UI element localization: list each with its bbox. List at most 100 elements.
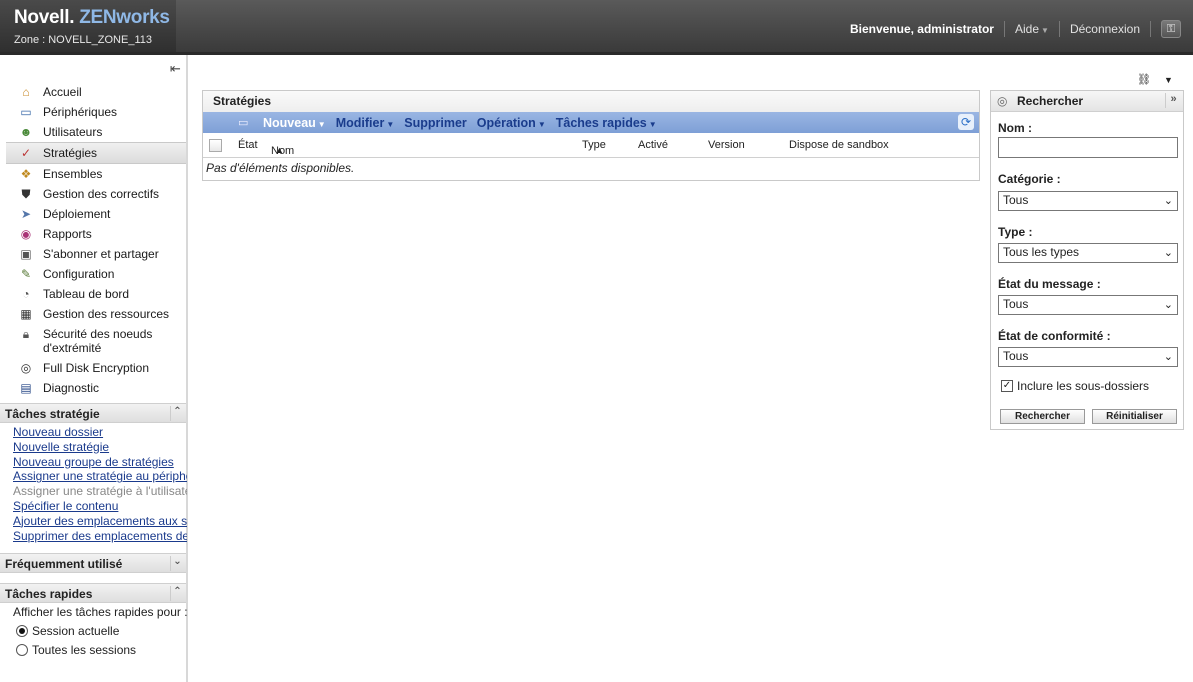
nav-item-assets[interactable]: ▦ Gestion des ressources xyxy=(0,304,186,324)
nav-item-endpoint-security[interactable]: 🔒︎ Sécurité des noeuds d'extrémité xyxy=(0,324,186,358)
sort-ascending-icon: ▲ xyxy=(275,145,284,155)
compliance-label: État de conformité : xyxy=(998,329,1111,343)
message-state-select[interactable]: Tous ⌄ xyxy=(998,295,1178,315)
nav-item-configuration[interactable]: ✎ Configuration xyxy=(0,264,186,284)
task-remove-locations[interactable]: Supprimer des emplacements des stratégie… xyxy=(13,529,187,544)
search-button[interactable]: Rechercher xyxy=(1000,409,1085,424)
diagnostic-icon: ▤ xyxy=(20,381,32,395)
header-separator xyxy=(1003,21,1005,37)
category-select[interactable]: Tous ⌄ xyxy=(998,191,1178,211)
col-version[interactable]: Version xyxy=(708,139,745,151)
col-type[interactable]: Type xyxy=(582,139,606,151)
select-all-checkbox[interactable] xyxy=(209,139,222,152)
quick-label: Tâches rapides xyxy=(555,115,647,130)
include-subfolders[interactable]: ✓ Inclure les sous-dossiers xyxy=(1001,379,1149,393)
section-title: Fréquemment utilisé xyxy=(5,557,123,571)
search-title: Rechercher xyxy=(1017,94,1084,108)
chevron-down-icon[interactable]: ▼ xyxy=(1164,75,1173,85)
new-menu-button[interactable]: Nouveau ▼ xyxy=(263,116,326,130)
brand-logo: Novell. ZENworks xyxy=(14,7,170,29)
collapse-up-icon[interactable]: ⌃ xyxy=(170,406,184,421)
name-label: Nom : xyxy=(998,121,1032,135)
nav-item-diagnostic[interactable]: ▤ Diagnostic xyxy=(0,378,186,398)
message-state-label: État du message : xyxy=(998,277,1101,291)
nav-item-bundles[interactable]: ❖ Ensembles xyxy=(0,164,186,184)
nav-label: Tableau de bord xyxy=(43,287,130,301)
nav-label: S'abonner et partager xyxy=(43,247,159,261)
radio-button[interactable] xyxy=(16,625,28,637)
nav-item-subscribe[interactable]: ▣ S'abonner et partager xyxy=(0,244,186,264)
nav-label: Full Disk Encryption xyxy=(43,361,150,375)
collapse-right-icon[interactable]: » xyxy=(1165,93,1181,108)
frequent-header[interactable]: Fréquemment utilisé ⌄ xyxy=(0,553,186,573)
chevron-down-icon: ⌄ xyxy=(1163,195,1173,207)
chevron-down-icon: ▼ xyxy=(386,119,395,129)
edit-menu-button[interactable]: Modifier ▼ xyxy=(336,116,395,130)
nav-item-patch[interactable]: ⛊ Gestion des correctifs xyxy=(0,184,186,204)
folder-icon: ▭ xyxy=(238,117,249,129)
message-state-value: Tous xyxy=(1003,297,1029,311)
help-menu[interactable]: Aide ▼ xyxy=(1015,22,1049,36)
col-state[interactable]: État xyxy=(238,139,258,151)
quick-tasks-menu-button[interactable]: Tâches rapides ▼ xyxy=(556,116,657,130)
policy-tasks-header[interactable]: Tâches stratégie ⌃ xyxy=(0,403,186,423)
radio-current-session[interactable]: Session actuelle xyxy=(16,624,119,638)
key-icon[interactable]: ⚿ xyxy=(1161,20,1181,38)
reset-button[interactable]: Réinitialiser xyxy=(1092,409,1177,424)
shield-icon: ⛊ xyxy=(21,187,31,201)
task-new-policy[interactable]: Nouvelle stratégie xyxy=(13,440,187,455)
chevron-down-icon: ▼ xyxy=(537,119,546,129)
assets-icon: ▦ xyxy=(20,307,32,321)
left-navigation: ⇤ ⌂ Accueil ▭ Périphériques ☻ Utilisateurs … xyxy=(0,55,188,682)
nav-item-users[interactable]: ☻ Utilisateurs xyxy=(0,122,186,142)
nav-label: Accueil xyxy=(43,85,82,99)
section-title: Tâches stratégie xyxy=(5,407,100,421)
nav-item-home[interactable]: ⌂ Accueil xyxy=(0,82,186,102)
nav-item-devices[interactable]: ▭ Périphériques xyxy=(0,102,186,122)
nav-label: Configuration xyxy=(43,267,115,281)
type-select[interactable]: Tous les types ⌄ xyxy=(998,243,1178,263)
link-icon[interactable]: ⛓ xyxy=(1137,74,1151,86)
expand-down-icon[interactable]: ⌄ xyxy=(170,556,184,571)
policies-toolbar: ▭ Nouveau ▼ Modifier ▼ Supprimer Opération… xyxy=(203,112,979,133)
name-input[interactable] xyxy=(998,137,1178,158)
task-assign-device[interactable]: Assigner une stratégie au périphérique xyxy=(13,469,187,484)
top-tools: ⛓ ▼ xyxy=(1137,73,1173,86)
col-enabled[interactable]: Activé xyxy=(638,139,668,151)
task-new-policy-group[interactable]: Nouveau groupe de stratégies xyxy=(13,455,187,470)
home-icon: ⌂ xyxy=(22,85,30,99)
compliance-select[interactable]: Tous ⌄ xyxy=(998,347,1178,367)
quick-tasks-header[interactable]: Tâches rapides ⌃ xyxy=(0,583,186,603)
nav-item-deploy[interactable]: ➤ Déploiement xyxy=(0,204,186,224)
logout-link[interactable]: Déconnexion xyxy=(1070,22,1140,36)
nav-item-fde[interactable]: ◎ Full Disk Encryption xyxy=(0,358,186,378)
lock-icon: 🔒︎ xyxy=(22,327,30,341)
nav-item-reports[interactable]: ◉ Rapports xyxy=(0,224,186,244)
action-menu-button[interactable]: Opération ▼ xyxy=(477,116,546,130)
radio-button[interactable] xyxy=(16,644,28,656)
nav-label: Rapports xyxy=(43,227,92,241)
category-value: Tous xyxy=(1003,193,1029,207)
search-header: ◎ Rechercher » xyxy=(991,91,1183,112)
radio-all-sessions[interactable]: Toutes les sessions xyxy=(16,643,136,657)
nav-label: Utilisateurs xyxy=(43,125,103,139)
delete-button[interactable]: Supprimer xyxy=(404,116,467,130)
refresh-icon[interactable]: ⟳ xyxy=(958,114,974,130)
nav-item-dashboard[interactable]: ◔ Tableau de bord xyxy=(0,284,186,304)
nav-label: Ensembles xyxy=(43,167,103,181)
col-sandbox[interactable]: Dispose de sandbox xyxy=(789,139,889,151)
compliance-value: Tous xyxy=(1003,349,1029,363)
search-panel: ◎ Rechercher » Nom : Catégorie : Tous ⌄ T… xyxy=(990,90,1184,430)
new-label: Nouveau xyxy=(263,115,316,130)
include-subfolders-checkbox[interactable]: ✓ xyxy=(1001,380,1013,392)
collapse-up-icon[interactable]: ⌃ xyxy=(170,586,184,601)
task-new-folder[interactable]: Nouveau dossier xyxy=(13,425,187,440)
wrench-icon: ✎ xyxy=(20,267,32,281)
collapse-panel-icon[interactable]: ⇤ xyxy=(170,61,181,77)
task-specify-content[interactable]: Spécifier le contenu xyxy=(13,499,187,514)
nav-list: ⌂ Accueil ▭ Périphériques ☻ Utilisateurs ✓ S… xyxy=(0,82,186,398)
nav-label: Gestion des correctifs xyxy=(43,187,160,201)
task-add-locations[interactable]: Ajouter des emplacements aux stratégies xyxy=(13,514,187,529)
include-subfolders-label: Inclure les sous-dossiers xyxy=(1017,379,1150,393)
nav-item-policies[interactable]: ✓ Stratégies xyxy=(6,142,186,164)
